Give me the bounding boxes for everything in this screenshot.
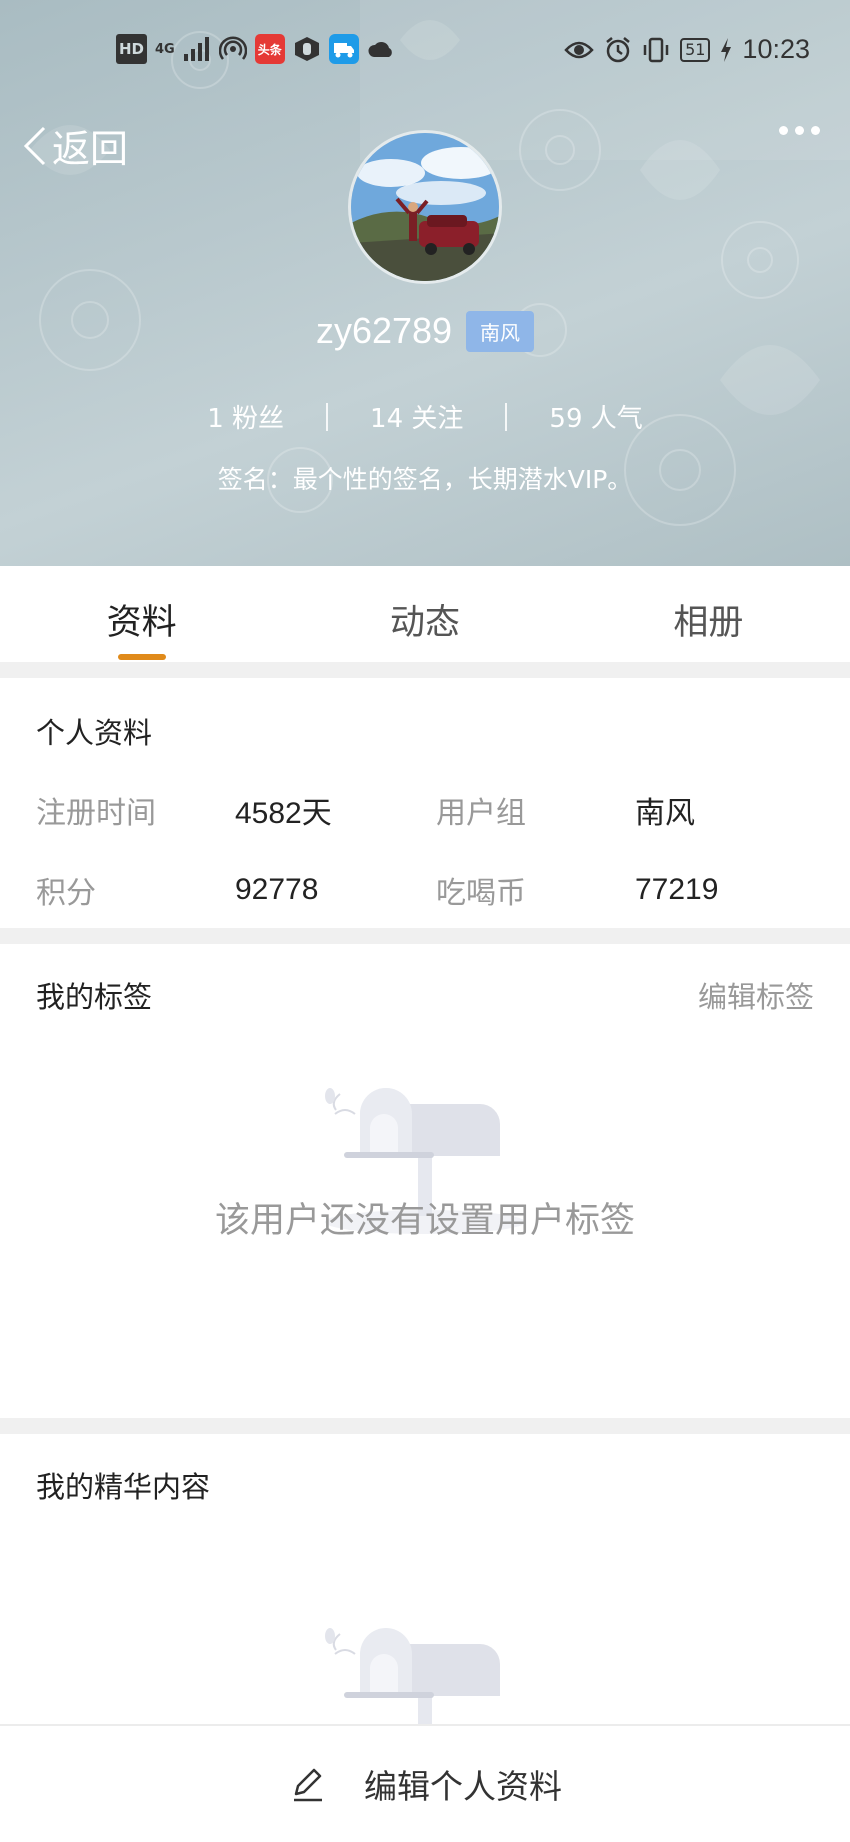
personal-info-grid: 注册时间 4582天 用户组 南风 积分 92778 吃喝币 77219 [36,770,836,930]
eye-icon [564,35,594,65]
edit-profile-button[interactable]: 编辑个人资料 [0,1724,850,1842]
username: zy62789 [315,310,453,351]
signature: 签名：最个性的签名，长期潜水VIP。 [217,465,633,494]
section-divider [0,928,850,944]
info-value: 92778 [235,873,319,906]
stats-row: 1 粉丝 14 关注 59 人气 [0,398,850,435]
chevron-left-icon [23,126,46,165]
status-bar: HD 4G 头条 51 10:23 [0,28,850,78]
back-label: 返回 [52,127,129,171]
tab-profile[interactable]: 资料 [0,566,283,662]
user-group-badge: 南风 [466,310,535,352]
hd-icon: HD [116,34,148,64]
info-value: 77219 [635,873,719,906]
personal-info-section: 个人资料 注册时间 4582天 用户组 南风 积分 92778 吃喝币 7721… [0,678,850,928]
info-value: 南风 [635,796,695,831]
delivery-app-icon [328,34,359,64]
back-button[interactable]: 返回 [22,118,128,173]
avatar-image [351,133,499,281]
edit-tags-button[interactable]: 编辑标签 [698,974,814,1016]
hotspot-icon [218,34,247,64]
status-time: 10:23 [742,34,810,64]
profile-tabs: 资料 动态 相册 [0,566,850,662]
followers-stat[interactable]: 1 粉丝 [165,398,326,435]
profile-header: HD 4G 头条 51 10:23 返回 zy62789 南风 1 粉丝 14 … [0,0,850,566]
info-key: 吃喝币 [436,876,526,911]
tab-activity[interactable]: 动态 [283,566,566,662]
cloud-icon [367,34,395,64]
info-key: 用户组 [436,796,526,831]
tags-title: 我的标签 [36,980,153,1014]
more-dot [811,126,820,135]
personal-info-title: 个人资料 [36,716,153,750]
more-options-button[interactable] [779,126,820,135]
tags-empty-text: 该用户还没有设置用户标签 [214,1201,635,1241]
network-type-indicator: 4G [155,41,175,57]
following-stat[interactable]: 14 关注 [328,398,505,435]
info-row: 注册时间 4582天 用户组 南风 [36,770,836,850]
battery-indicator: 51 [680,37,711,62]
info-key: 积分 [36,876,96,911]
alarm-icon [604,35,632,65]
username-row: zy62789 南风 [0,310,850,352]
tab-album[interactable]: 相册 [567,566,850,662]
featured-content-section: 我的精华内容 [0,1434,850,1724]
avatar[interactable] [348,130,502,284]
info-row: 积分 92778 吃喝币 77219 [36,850,836,930]
info-value: 4582天 [235,797,332,830]
section-divider [0,1418,850,1434]
charging-icon [720,35,732,65]
popularity-stat: 59 人气 [549,404,643,434]
edit-profile-label: 编辑个人资料 [364,1767,562,1806]
toutiao-app-icon: 头条 [254,34,285,64]
tags-section: 我的标签 编辑标签 该用户还没有设置用户标签 [0,944,850,1418]
empty-mailbox-icon [325,1628,500,1724]
more-dot [795,126,804,135]
more-dot [779,126,788,135]
vibrate-icon [642,35,670,65]
signal-icon [183,34,211,64]
hand-icon [293,34,321,64]
featured-title: 我的精华内容 [36,1470,211,1504]
section-divider [0,662,850,678]
pencil-icon [294,1768,322,1802]
info-key: 注册时间 [36,796,156,831]
